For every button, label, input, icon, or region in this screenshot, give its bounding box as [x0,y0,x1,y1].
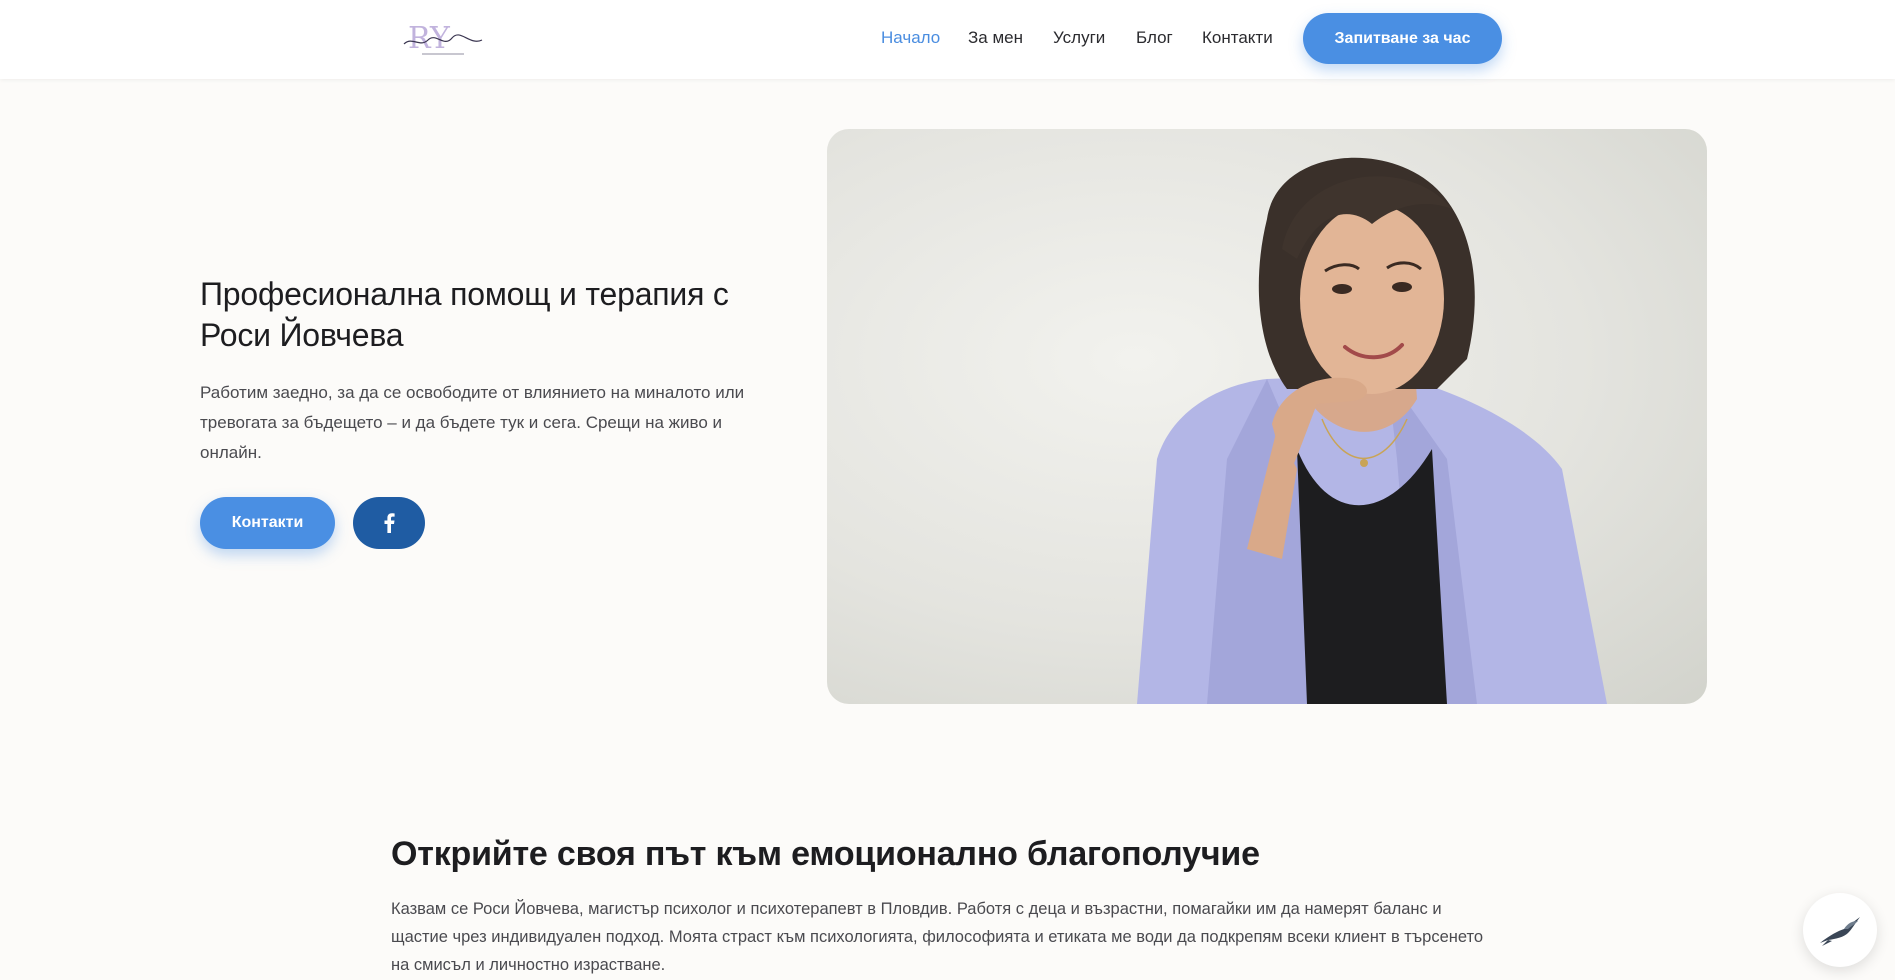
about-title: Открийте своя път към емоционално благоп… [391,835,1260,873]
book-appointment-button[interactable]: Запитване за час [1303,13,1502,64]
nav-services[interactable]: Услуги [1053,28,1105,48]
nav-blog[interactable]: Блог [1136,28,1173,48]
site-header: R Y Начало За мен Услуги Блог Контакти З… [0,0,1895,79]
svg-text:R: R [408,21,432,56]
ry-logo-icon[interactable]: R Y [400,18,486,60]
nav-about[interactable]: За мен [968,28,1023,48]
nav-contacts[interactable]: Контакти [1202,28,1273,48]
nav-home[interactable]: Начало [881,28,940,48]
facebook-icon [384,513,395,533]
svg-text:Y: Y [429,21,451,56]
hero-title: Професионална помощ и терапия с Роси Йов… [200,276,729,353]
chat-widget-button[interactable] [1803,893,1877,967]
hero-description: Работим заедно, за да се освободите от в… [200,383,745,462]
about-description: Казвам се Роси Йовчева, магистър психоло… [391,900,1484,974]
portrait-photo [827,129,1707,704]
contacts-button[interactable]: Контакти [200,497,335,549]
swallow-bird-icon [1820,917,1860,946]
portrait-illustration [1137,157,1607,704]
facebook-button[interactable] [353,497,425,549]
